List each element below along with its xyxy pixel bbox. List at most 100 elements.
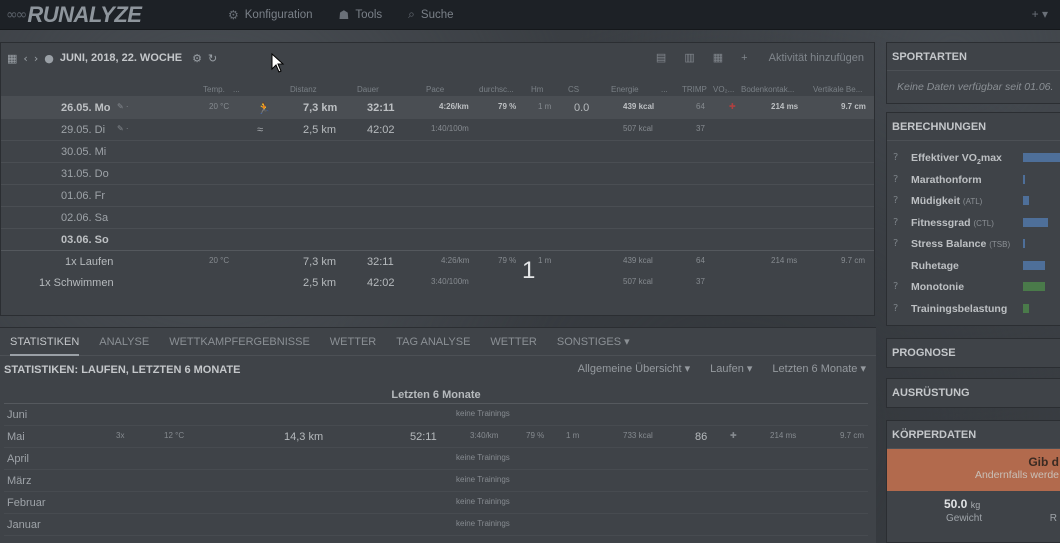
settings-icon[interactable]: ⚙: [192, 52, 202, 65]
tab-statistiken[interactable]: STATISTIKEN: [10, 328, 80, 356]
calculation-item[interactable]: ? Marathonform: [887, 169, 1060, 191]
refresh-icon[interactable]: ↻: [208, 52, 217, 65]
nav-konfiguration[interactable]: ⚙ Konfiguration: [228, 8, 313, 22]
koerperdaten-panel: KÖRPERDATEN Gib d Andernfalls werde 50.0…: [886, 420, 1060, 543]
tab-analyse[interactable]: ANALYSE: [99, 328, 149, 356]
day-row[interactable]: 30.05. Mi: [1, 140, 874, 162]
nav-tools[interactable]: ☗ Tools: [339, 8, 383, 22]
mouse-cursor-icon: [271, 53, 285, 73]
berechnungen-title[interactable]: BERECHNUNGEN: [887, 113, 1060, 141]
help-icon[interactable]: ?: [893, 195, 898, 206]
globe-icon[interactable]: ●: [44, 52, 54, 65]
run-icon: 🏃: [257, 103, 271, 115]
tools-icon: ☗: [338, 7, 350, 22]
tab-wetter-2[interactable]: WETTER: [490, 328, 536, 356]
col-vertical[interactable]: Vertikale Be...: [813, 85, 862, 94]
help-icon[interactable]: ?: [893, 152, 898, 163]
col-temp[interactable]: Temp.: [203, 85, 225, 94]
calculation-item[interactable]: ? Trainingsbelastung: [887, 298, 1060, 320]
prognose-panel: PROGNOSE: [886, 338, 1060, 368]
day-row[interactable]: 26.05. Mo ✎ · 20 °C 🏃 7,3 km 32:11 4:26/…: [1, 96, 874, 118]
col-gct[interactable]: Bodenkontak...: [741, 85, 794, 94]
body-data-warning: Gib d Andernfalls werde: [887, 449, 1060, 491]
wrench-icon[interactable]: ✎ ·: [117, 102, 129, 111]
statistics-filters: Allgemeine Übersicht ▾ Laufen ▾ Letzten …: [558, 362, 866, 375]
prev-icon[interactable]: ‹: [23, 52, 27, 65]
nav-suche[interactable]: ⌕ Suche: [408, 7, 453, 22]
calendar-icon[interactable]: ▦: [7, 52, 17, 65]
calculation-item[interactable]: ? Stress Balance (TSB): [887, 233, 1060, 255]
col-energy[interactable]: Energie: [611, 85, 639, 94]
help-icon[interactable]: ?: [893, 217, 898, 228]
col-more2[interactable]: ...: [661, 85, 668, 94]
month-row: Januar keine Trainings: [4, 514, 868, 536]
calculation-label: Ruhetage: [911, 259, 959, 272]
tab-bar: STATISTIKEN ANALYSE WETTKAMPFERGEBNISSE …: [0, 328, 876, 356]
list-view-icon[interactable]: ▤: [656, 51, 666, 64]
sportarten-note: Keine Daten verfügbar seit 01.06.: [897, 81, 1054, 93]
calculation-bar: [1023, 196, 1029, 205]
calculation-item[interactable]: ? Effektiver VO2max: [887, 147, 1060, 169]
day-row[interactable]: 01.06. Fr: [1, 184, 874, 206]
day-row[interactable]: 03.06. So: [1, 228, 874, 250]
month-row: Juni keine Trainings: [4, 404, 868, 426]
col-more[interactable]: ...: [233, 85, 240, 94]
logo-text: RUNALYZE: [27, 1, 142, 27]
calculation-item[interactable]: ? Monotonie: [887, 276, 1060, 298]
month-row: Februar keine Trainings: [4, 492, 868, 514]
tab-wetter[interactable]: WETTER: [330, 328, 376, 356]
overview-select[interactable]: Allgemeine Übersicht ▾: [578, 362, 691, 375]
add-activity-button[interactable]: + Aktivität hinzufügen: [741, 52, 864, 64]
tab-sonstiges[interactable]: SONSTIGES ▾: [557, 328, 630, 356]
calculation-bar: [1023, 260, 1045, 270]
wrench-icon[interactable]: ✎ ·: [117, 124, 129, 133]
day-row[interactable]: 29.05. Di ✎ · ≈ 2,5 km 42:02 1:40/100m 5…: [1, 118, 874, 140]
tab-tag-analyse[interactable]: TAG ANALYSE: [396, 328, 470, 356]
calculations-list: ? Effektiver VO2max? Marathonform? Müdigkei…: [887, 141, 1060, 319]
help-icon[interactable]: ?: [893, 281, 898, 292]
col-hm[interactable]: Hm: [531, 85, 543, 94]
help-icon[interactable]: ?: [893, 238, 898, 249]
col-vo2[interactable]: VO₂...: [713, 85, 734, 94]
runalyze-logo[interactable]: ∞∞ RUNALYZE: [6, 2, 216, 28]
calculation-label: Müdigkeit (ATL): [911, 195, 983, 207]
help-icon[interactable]: ?: [893, 303, 898, 314]
add-menu-button[interactable]: + ▾: [1032, 7, 1048, 21]
period-select[interactable]: Letzten 6 Monate ▾: [772, 362, 866, 375]
calculation-item[interactable]: Ruhetage: [887, 255, 1060, 277]
calendar-tools: ▤ ▥ ▦ + Aktivität hinzufügen: [638, 51, 864, 65]
tab-wettkampfergebnisse[interactable]: WETTKAMPFERGEBNISSE: [169, 328, 310, 356]
calculation-label: Marathonform: [911, 173, 982, 186]
calculation-item[interactable]: ? Fitnessgrad (CTL): [887, 212, 1060, 234]
ausruestung-title[interactable]: AUSRÜSTUNG: [887, 379, 1060, 407]
help-icon[interactable]: ?: [893, 174, 898, 185]
main-nav: ⚙ Konfiguration ☗ Tools ⌕ Suche: [228, 0, 480, 30]
calculation-bar: [1023, 153, 1060, 162]
col-cs[interactable]: CS: [568, 85, 579, 94]
sportarten-panel: SPORTARTEN Keine Daten verfügbar seit 01…: [886, 42, 1060, 104]
swim-icon: ≈: [257, 124, 264, 136]
month-row: April keine Trainings: [4, 448, 868, 470]
calculation-label: Fitnessgrad (CTL): [911, 216, 994, 229]
bar-chart-icon[interactable]: ▦: [713, 51, 723, 64]
calculation-bar: [1023, 282, 1045, 291]
col-trimp[interactable]: TRIMP: [682, 85, 707, 94]
vo2-indicator-icon: ✚: [729, 102, 736, 111]
prognose-title[interactable]: PROGNOSE: [887, 339, 1060, 367]
sportarten-title[interactable]: SPORTARTEN: [887, 43, 1060, 71]
day-row[interactable]: 31.05. Do: [1, 162, 874, 184]
koerperdaten-title[interactable]: KÖRPERDATEN: [887, 421, 1060, 449]
next-icon[interactable]: ›: [34, 52, 38, 65]
chart-icon[interactable]: ▥: [684, 51, 694, 64]
weight-value: 50.0 kg Gewicht R: [944, 497, 1057, 524]
summary-row: 1x Laufen 20 °C 7,3 km 32:11 4:26/km 79 …: [1, 250, 874, 272]
col-duration[interactable]: Dauer: [357, 85, 379, 94]
calculation-item[interactable]: ? Müdigkeit (ATL): [887, 190, 1060, 212]
col-distance[interactable]: Distanz: [290, 85, 317, 94]
col-hr[interactable]: durchsc...: [479, 85, 514, 94]
top-navigation-bar: ∞∞ RUNALYZE ⚙ Konfiguration ☗ Tools ⌕ Suche…: [0, 0, 1060, 30]
col-pace[interactable]: Pace: [426, 85, 444, 94]
sport-select[interactable]: Laufen ▾: [710, 362, 752, 375]
day-row[interactable]: 02.06. Sa: [1, 206, 874, 228]
calculation-label: Monotonie: [911, 281, 965, 293]
